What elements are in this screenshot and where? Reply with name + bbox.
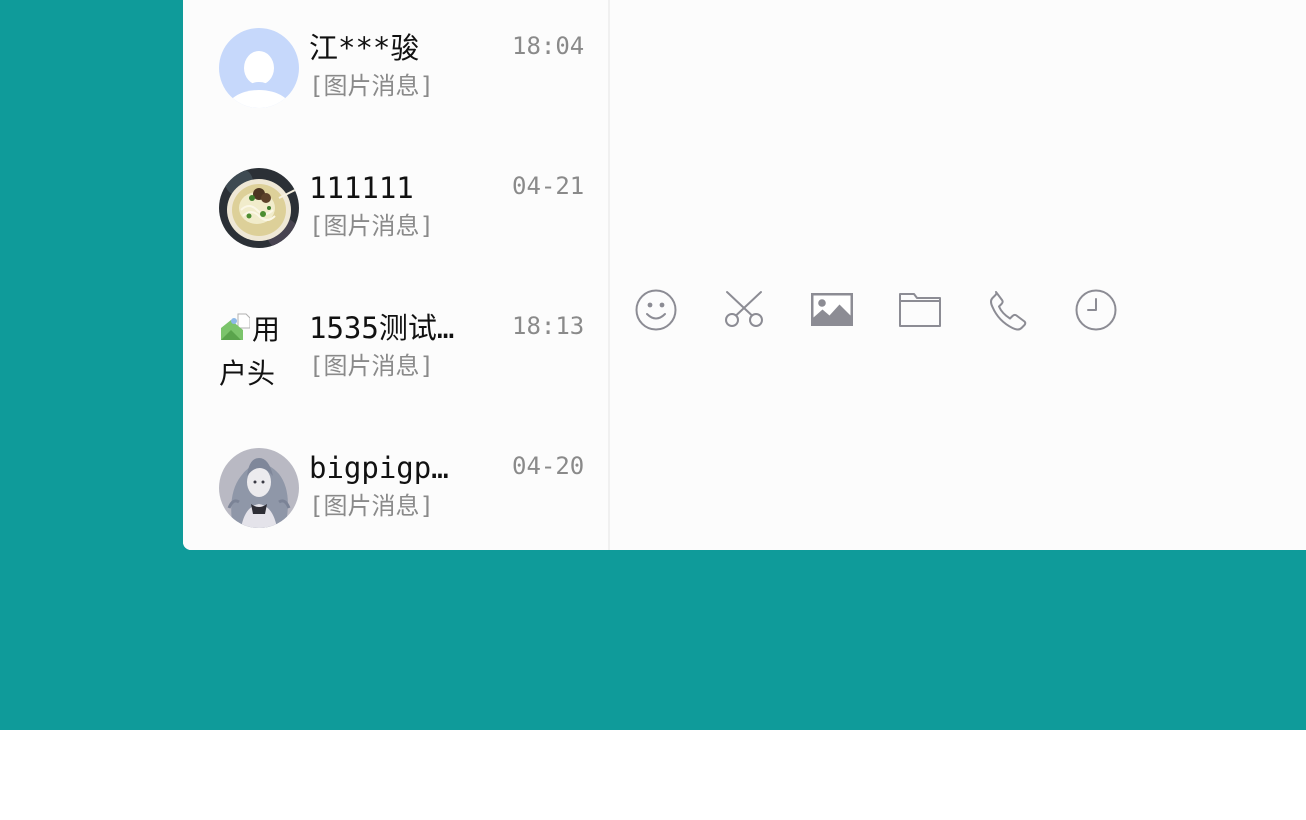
conversation-name: 1535测试… [309,311,455,345]
noodle-bowl-avatar [219,168,299,248]
chat-area [610,0,1306,550]
image-icon [811,293,853,326]
conversation-preview: [图片消息] [309,212,434,240]
conversation-preview: [图片消息] [309,352,434,380]
emoji-button[interactable] [632,286,680,334]
conversation-item[interactable]: 江***骏 [图片消息] 18:04 [183,0,608,120]
voice-call-button[interactable] [984,286,1032,334]
broken-image-avatar: 用户头 [219,308,299,388]
history-button[interactable] [1072,286,1120,334]
default-user-avatar [219,28,299,108]
conversation-name: bigpigp… [309,451,449,485]
folder-icon [899,293,941,327]
conversation-name: 111111 [309,171,414,205]
scissors-icon [725,291,763,327]
conversation-time: 04-21 [512,172,585,200]
send-file-button[interactable] [896,286,944,334]
conversation-time: 18:04 [512,32,585,60]
conversation-item[interactable]: 111111 [图片消息] 04-21 [183,140,608,260]
conversation-item[interactable]: bigpigp… [图片消息] 04-20 [183,420,608,540]
screenshot-button[interactable] [720,286,768,334]
conversation-preview: [图片消息] [309,492,434,520]
conversation-preview: [图片消息] [309,72,434,100]
conversation-time: 04-20 [512,452,585,480]
conversation-list[interactable]: 江***骏 [图片消息] 18:04 111111 [图片消息] 04-21 用… [183,0,610,550]
clock-icon [1075,289,1117,331]
conversation-time: 18:13 [512,312,585,340]
conversation-item[interactable]: 用户头 1535测试… [图片消息] 18:13 [183,280,608,400]
conversation-name: 江***骏 [309,31,420,65]
chat-window: 江***骏 [图片消息] 18:04 111111 [图片消息] 04-21 用… [183,0,1306,550]
send-image-button[interactable] [808,286,856,334]
avatar-alt-text: 用户头 [219,313,281,388]
emoji-icon [635,289,677,331]
phone-icon [990,291,1027,331]
anime-girl-avatar [219,448,299,528]
